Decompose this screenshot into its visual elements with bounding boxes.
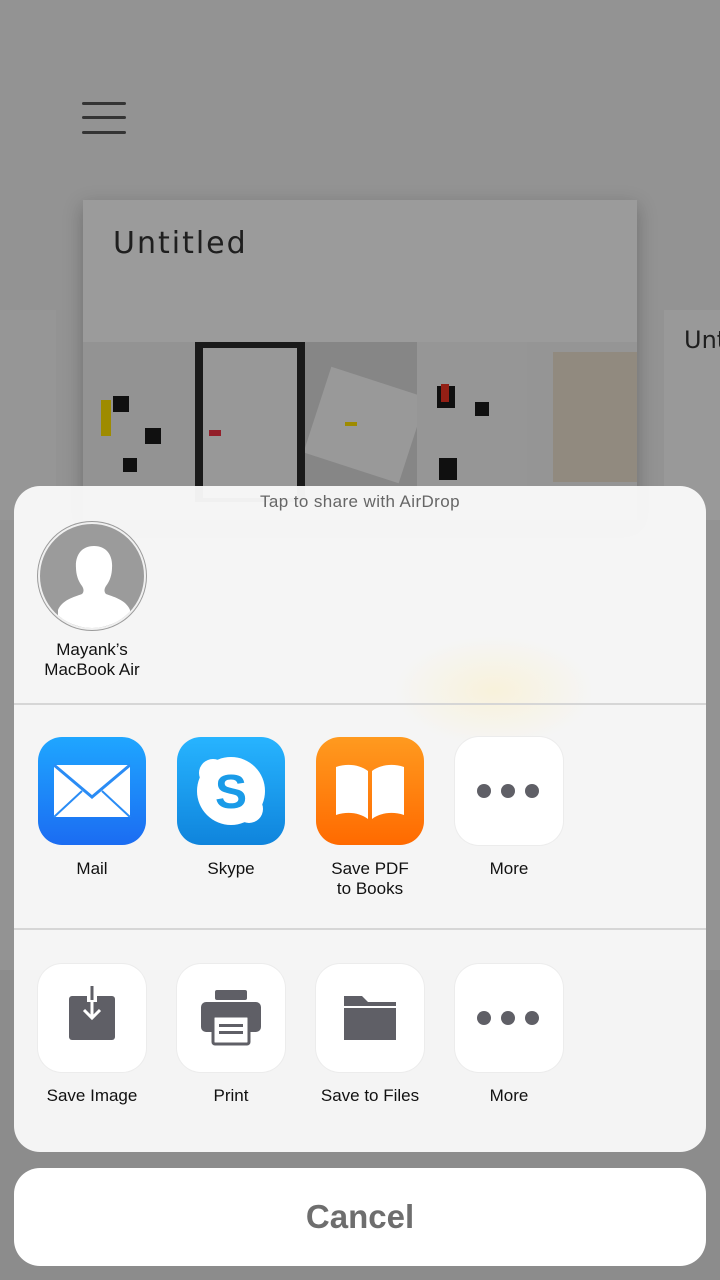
airdrop-hint: Tap to share with AirDrop: [260, 492, 460, 511]
save-image-icon: [38, 964, 146, 1072]
more-icon: [455, 737, 563, 845]
action-more[interactable]: More: [444, 964, 574, 1106]
person-avatar-icon: [38, 522, 146, 630]
share-app-label: Mail: [76, 859, 108, 878]
action-label: More: [489, 1086, 529, 1105]
airdrop-device-name: Mayank’s MacBook Air: [44, 640, 140, 679]
share-app-books[interactable]: Save PDF to Books: [305, 737, 435, 899]
action-label: Print: [213, 1086, 249, 1105]
mail-icon: [38, 737, 146, 845]
more-icon: [455, 964, 563, 1072]
action-save-to-files[interactable]: Save to Files: [305, 964, 435, 1106]
action-print[interactable]: Print: [166, 964, 296, 1106]
share-sheet: Tap to share with AirDrop Mayank’s MacBo…: [14, 486, 706, 1152]
skype-icon: S: [177, 737, 285, 845]
action-save-image[interactable]: Save Image: [27, 964, 157, 1106]
svg-text:S: S: [215, 766, 247, 819]
folder-icon: [316, 964, 424, 1072]
share-app-more[interactable]: More: [444, 737, 574, 879]
cancel-button[interactable]: Cancel: [14, 1168, 706, 1266]
share-app-skype[interactable]: S Skype: [166, 737, 296, 879]
printer-icon: [177, 964, 285, 1072]
share-actions-row: Save Image Print Save to Files More: [14, 930, 706, 1110]
airdrop-device[interactable]: Mayank’s MacBook Air: [36, 522, 148, 680]
books-icon: [316, 737, 424, 845]
share-app-label: Skype: [207, 859, 255, 878]
action-label: Save to Files: [320, 1086, 420, 1105]
share-app-label: More: [489, 859, 529, 878]
share-app-label: Save PDF to Books: [331, 859, 409, 898]
share-app-mail[interactable]: Mail: [27, 737, 157, 879]
share-apps-row: Mail S Skype Save PDF to Books More: [14, 704, 706, 898]
action-label: Save Image: [46, 1086, 138, 1105]
